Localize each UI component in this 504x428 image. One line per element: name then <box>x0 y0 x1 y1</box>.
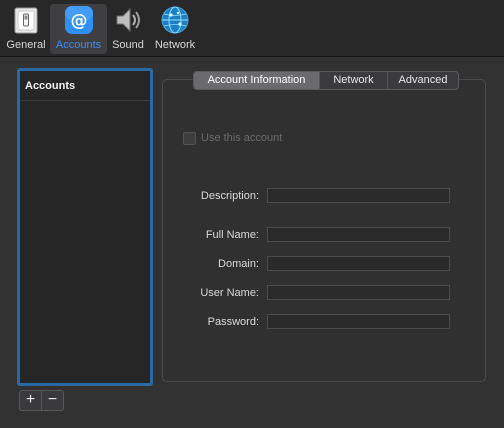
accounts-list[interactable]: Accounts <box>17 68 153 386</box>
use-account-checkbox[interactable] <box>183 131 196 145</box>
toolbar-item-general[interactable]: General <box>4 4 48 54</box>
tab-advanced[interactable]: Advanced <box>387 72 458 89</box>
toolbar-item-accounts[interactable]: @ Accounts <box>50 4 107 54</box>
svg-text:@: @ <box>70 11 87 31</box>
remove-account-button[interactable]: − <box>41 391 63 410</box>
add-account-button[interactable]: + <box>20 391 41 410</box>
toolbar-item-sound[interactable]: Sound <box>108 4 148 54</box>
user-name-field[interactable] <box>267 285 450 300</box>
toolbar-item-label: Sound <box>112 39 144 51</box>
accounts-list-header: Accounts <box>20 71 150 101</box>
domain-field[interactable] <box>267 256 450 271</box>
add-remove-buttons: + − <box>19 390 64 411</box>
at-sign-icon: @ <box>64 5 94 35</box>
speaker-icon <box>113 5 143 35</box>
use-account-row: Use this account <box>183 131 282 145</box>
description-field[interactable] <box>267 188 450 203</box>
toolbar-item-label: Network <box>154 39 196 51</box>
full-name-field[interactable] <box>267 227 450 242</box>
domain-label: Domain: <box>218 258 259 270</box>
description-label: Description: <box>200 190 259 202</box>
tab-network[interactable]: Network <box>319 72 387 89</box>
toolbar-item-label: General <box>6 39 46 51</box>
account-tabs: Account Information Network Advanced <box>193 71 459 90</box>
globe-network-icon <box>160 5 190 35</box>
toolbar-item-label: Accounts <box>55 39 102 51</box>
preferences-toolbar: General @ Accounts Sound Network <box>0 0 504 57</box>
full-name-label: Full Name: <box>205 229 259 241</box>
general-switch-icon <box>11 5 41 35</box>
use-account-label: Use this account <box>201 132 283 144</box>
password-label: Password: <box>207 316 259 328</box>
toolbar-item-network[interactable]: Network <box>151 4 199 54</box>
user-name-label: User Name: <box>200 287 259 299</box>
password-field[interactable] <box>267 314 450 329</box>
tab-account-information[interactable]: Account Information <box>194 72 319 89</box>
